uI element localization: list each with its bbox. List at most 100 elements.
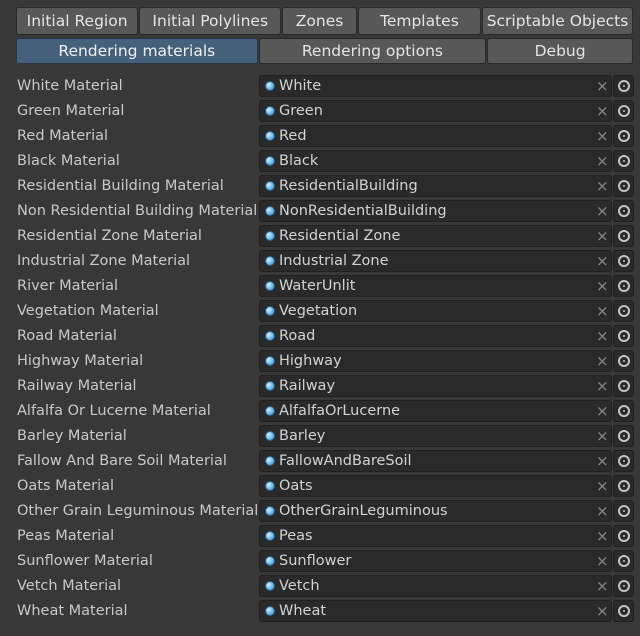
tab-initial-polylines[interactable]: Initial Polylines [139,7,282,35]
material-object-field[interactable]: Industrial Zone [259,250,612,272]
material-object-field[interactable]: Sunflower [259,550,612,572]
object-picker-icon [618,580,630,592]
material-sphere-icon [265,431,275,441]
clear-icon[interactable]: × [596,350,609,372]
object-picker-button[interactable] [613,325,634,347]
object-picker-icon [618,280,630,292]
material-value: Peas [279,528,313,544]
material-label: Residential Zone Material [17,228,202,244]
clear-icon[interactable]: × [596,125,609,147]
material-object-field[interactable]: Railway [259,375,612,397]
tab-rendering-options[interactable]: Rendering options [258,38,487,64]
object-picker-button[interactable] [613,350,634,372]
material-object-field[interactable]: Vegetation [259,300,612,322]
object-picker-button[interactable] [613,450,634,472]
clear-icon[interactable]: × [596,525,609,547]
material-value: Green [279,103,323,119]
object-picker-button[interactable] [613,525,634,547]
clear-icon[interactable]: × [596,450,609,472]
object-picker-button[interactable] [613,100,634,122]
material-row: Vegetation Material Vegetation × [0,299,640,324]
material-row: Oats Material Oats × [0,474,640,499]
tab-scriptable-objects[interactable]: Scriptable Objects [482,7,634,35]
material-object-field[interactable]: ResidentialBuilding [259,175,612,197]
material-label: Red Material [17,128,109,144]
material-value: Residential Zone [279,228,401,244]
object-picker-button[interactable] [613,175,634,197]
material-object-field[interactable]: Residential Zone [259,225,612,247]
clear-icon[interactable]: × [596,150,609,172]
material-object-field[interactable]: WaterUnlit [259,275,612,297]
material-object-field[interactable]: White [259,75,612,97]
material-row: Red Material Red × [0,124,640,149]
material-object-field[interactable]: Vetch [259,575,612,597]
material-label: River Material [17,278,119,294]
object-picker-button[interactable] [613,250,634,272]
tab-templates[interactable]: Templates [357,7,481,35]
material-row: Other Grain Leguminous Material OtherGrai… [0,499,640,524]
material-object-field[interactable]: Peas [259,525,612,547]
material-sphere-icon [265,381,275,391]
clear-icon[interactable]: × [596,550,609,572]
material-row: Wheat Material Wheat × [0,599,640,624]
clear-icon[interactable]: × [596,275,609,297]
inspector-panel: Initial Region Initial Polylines Zones Temp… [0,0,640,636]
clear-icon[interactable]: × [596,600,609,622]
object-picker-button[interactable] [613,375,634,397]
clear-icon[interactable]: × [596,100,609,122]
material-value: Red [279,128,307,144]
material-object-field[interactable]: Road [259,325,612,347]
clear-icon[interactable]: × [596,200,609,222]
clear-icon[interactable]: × [596,225,609,247]
clear-icon[interactable]: × [596,175,609,197]
tab-zones[interactable]: Zones [282,7,357,35]
material-object-field[interactable]: NonResidentialBuilding [259,200,612,222]
clear-icon[interactable]: × [596,425,609,447]
object-picker-button[interactable] [613,225,634,247]
clear-icon[interactable]: × [596,75,609,97]
material-row: Road Material Road × [0,324,640,349]
clear-icon[interactable]: × [596,400,609,422]
material-value: Vetch [279,578,320,594]
material-object-field[interactable]: OtherGrainLeguminous [259,500,612,522]
material-object-field[interactable]: Oats [259,475,612,497]
object-picker-button[interactable] [613,550,634,572]
material-row: White Material White × [0,74,640,99]
tab-rendering-materials[interactable]: Rendering materials [16,38,258,64]
material-sphere-icon [265,331,275,341]
material-sphere-icon [265,156,275,166]
material-object-field[interactable]: Green [259,100,612,122]
object-picker-button[interactable] [613,575,634,597]
material-object-field[interactable]: Barley [259,425,612,447]
object-picker-button[interactable] [613,200,634,222]
material-value: White [279,78,322,94]
tab-initial-region[interactable]: Initial Region [16,7,139,35]
clear-icon[interactable]: × [596,250,609,272]
object-picker-button[interactable] [613,75,634,97]
clear-icon[interactable]: × [596,300,609,322]
object-picker-button[interactable] [613,275,634,297]
tab-debug[interactable]: Debug [487,38,633,64]
clear-icon[interactable]: × [596,575,609,597]
material-label: Sunflower Material [17,553,153,569]
object-picker-button[interactable] [613,400,634,422]
clear-icon[interactable]: × [596,375,609,397]
clear-icon[interactable]: × [596,500,609,522]
object-picker-button[interactable] [613,125,634,147]
object-picker-button[interactable] [613,425,634,447]
object-picker-button[interactable] [613,500,634,522]
clear-icon[interactable]: × [596,325,609,347]
material-sphere-icon [265,206,275,216]
material-object-field[interactable]: Black [259,150,612,172]
material-object-field[interactable]: Red [259,125,612,147]
material-object-field[interactable]: FallowAndBareSoil [259,450,612,472]
object-picker-button[interactable] [613,600,634,622]
clear-icon[interactable]: × [596,475,609,497]
object-picker-button[interactable] [613,300,634,322]
object-picker-button[interactable] [613,150,634,172]
object-picker-button[interactable] [613,475,634,497]
material-object-field[interactable]: Highway [259,350,612,372]
material-object-field[interactable]: AlfalfaOrLucerne [259,400,612,422]
material-value: OtherGrainLeguminous [279,503,448,519]
material-object-field[interactable]: Wheat [259,600,612,622]
